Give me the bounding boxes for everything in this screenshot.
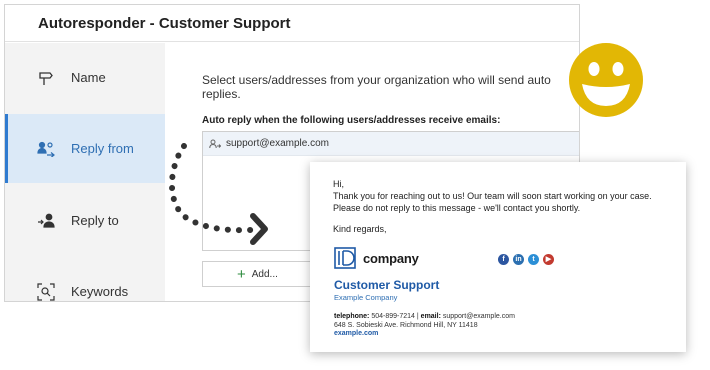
company-logo: company [334, 247, 419, 269]
add-button-label: Add... [251, 268, 278, 280]
social-icons: f in t ▶ [498, 254, 554, 265]
sidebar-item-label: Keywords [71, 284, 129, 299]
signpost-icon [35, 69, 57, 87]
sidebar: Name Reply from Reply to Keywords [5, 43, 165, 301]
signature-contact: telephone: 504-899-7214 | email: support… [334, 313, 515, 339]
email-preview-card: Hi, Thank you for reaching out to us! Ou… [310, 162, 686, 352]
youtube-icon[interactable]: ▶ [543, 254, 554, 265]
email-body: Hi, Thank you for reaching out to us! Ou… [333, 178, 652, 215]
email-line-1: Thank you for reaching out to us! Our te… [333, 191, 652, 202]
email-line-2: Please do not reply to this message - we… [333, 203, 581, 214]
user-reply-icon [35, 140, 57, 158]
twitter-icon[interactable]: t [528, 254, 539, 265]
dotted-arrow-icon [169, 143, 268, 245]
add-button[interactable]: + Add... [202, 261, 314, 287]
smiley-icon [569, 43, 643, 117]
telephone-label: telephone: [334, 313, 370, 320]
sidebar-item-label: Reply from [71, 141, 134, 156]
sidebar-item-label: Name [71, 70, 106, 85]
sidebar-item-reply-from[interactable]: Reply from [5, 114, 165, 183]
linkedin-icon[interactable]: in [513, 254, 524, 265]
keyword-search-icon [35, 282, 57, 301]
section-label: Auto reply when the following users/addr… [202, 115, 501, 126]
plus-icon: + [237, 265, 246, 283]
telephone-value: 504-899-7214 [371, 313, 415, 320]
window-title: Autoresponder - Customer Support [5, 5, 579, 42]
intro-text: Select users/addresses from your organiz… [202, 73, 551, 101]
signature-name: Customer Support [334, 278, 440, 292]
company-logo-icon [334, 247, 356, 269]
facebook-icon[interactable]: f [498, 254, 509, 265]
postal-address: 648 S. Sobieski Ave. Richmond Hill, NY 1… [334, 321, 478, 329]
email-regards: Kind regards, [333, 224, 387, 234]
email-greeting: Hi, [333, 179, 344, 189]
signature-company: Example Company [334, 293, 398, 302]
contact-separator: | [416, 313, 419, 320]
sidebar-item-reply-to[interactable]: Reply to [5, 186, 165, 255]
company-logo-text: company [363, 250, 419, 266]
sidebar-item-keywords[interactable]: Keywords [5, 257, 165, 301]
website-link[interactable]: example.com [334, 330, 515, 339]
email-value[interactable]: support@example.com [443, 313, 515, 320]
user-arrow-icon [35, 212, 57, 230]
sidebar-item-name[interactable]: Name [5, 43, 165, 112]
sidebar-item-label: Reply to [71, 213, 119, 228]
email-label: email: [420, 313, 441, 320]
